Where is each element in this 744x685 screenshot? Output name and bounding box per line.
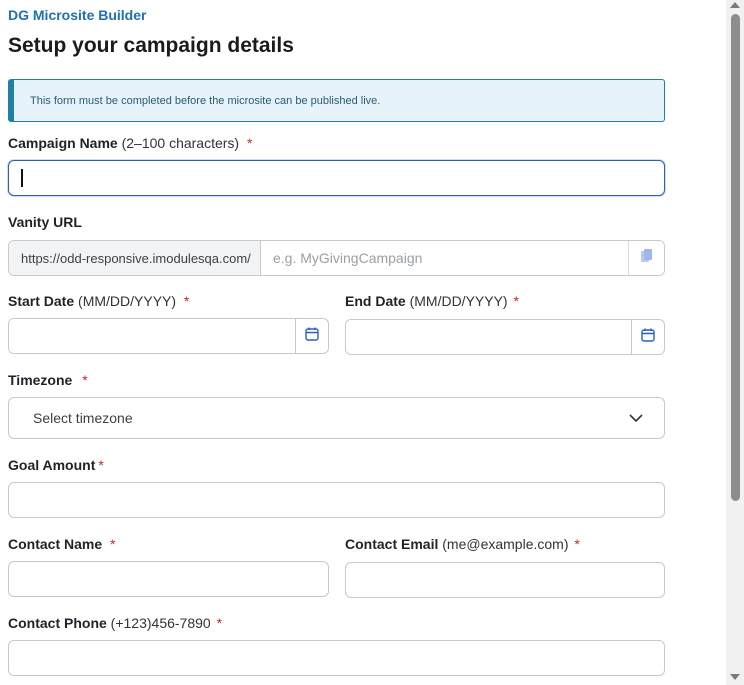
copy-url-button[interactable]: [628, 241, 664, 275]
start-date-label: Start Date (MM/DD/YYYY) *: [8, 293, 190, 309]
scroll-down-arrow-icon[interactable]: [730, 674, 740, 680]
copy-icon: [639, 248, 655, 269]
contact-phone-label: Contact Phone (+123)456-7890 *: [8, 615, 223, 631]
chevron-down-icon: [628, 410, 644, 426]
vanity-url-group: https://odd-responsive.imodulesqa.com/: [8, 240, 665, 276]
end-date-input[interactable]: [346, 320, 631, 354]
goal-amount-label: Goal Amount *: [8, 457, 104, 473]
contact-name-label: Contact Name *: [8, 536, 116, 552]
start-date-group: [8, 318, 329, 354]
vertical-scrollbar[interactable]: [726, 0, 744, 685]
contact-name-input[interactable]: [8, 561, 329, 597]
page-title: Setup your campaign details: [8, 34, 294, 57]
calendar-icon: [641, 328, 655, 347]
app-title: DG Microsite Builder: [8, 7, 147, 23]
contact-email-input[interactable]: [345, 562, 665, 598]
campaign-name-input[interactable]: [8, 160, 665, 196]
text-caret: [21, 169, 23, 187]
notice-text: This form must be completed before the m…: [30, 94, 381, 107]
vanity-url-prefix: https://odd-responsive.imodulesqa.com/: [9, 241, 261, 275]
end-date-label: End Date (MM/DD/YYYY) *: [345, 293, 519, 309]
vanity-url-label: Vanity URL: [8, 214, 82, 230]
end-date-calendar-button[interactable]: [631, 320, 664, 354]
campaign-name-label: Campaign Name (2–100 characters) *: [8, 135, 253, 151]
info-notice: This form must be completed before the m…: [8, 79, 665, 122]
contact-email-label: Contact Email (me@example.com) *: [345, 536, 580, 552]
start-date-calendar-button[interactable]: [295, 319, 328, 353]
end-date-group: [345, 319, 665, 355]
calendar-icon: [305, 327, 319, 346]
scrollbar-thumb[interactable]: [731, 14, 740, 501]
contact-phone-input[interactable]: [8, 640, 665, 676]
vanity-url-input[interactable]: [261, 241, 628, 275]
timezone-selected-value: Select timezone: [33, 410, 133, 426]
timezone-label: Timezone *: [8, 372, 88, 388]
scroll-up-arrow-icon[interactable]: [730, 2, 740, 8]
goal-amount-input[interactable]: [8, 482, 665, 518]
timezone-select[interactable]: Select timezone: [8, 397, 665, 439]
start-date-input[interactable]: [9, 319, 295, 353]
